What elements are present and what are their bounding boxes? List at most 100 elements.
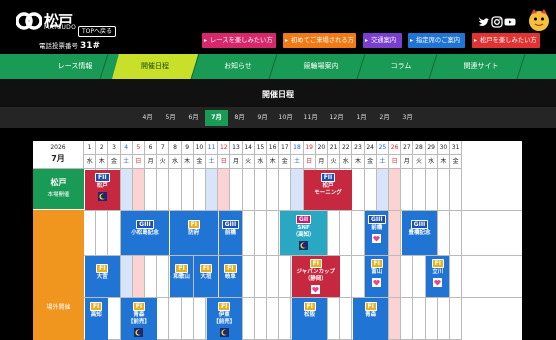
- month-tab[interactable]: 8月: [228, 110, 251, 126]
- access-button[interactable]: 交通案内: [363, 33, 402, 48]
- day-weekday: 月: [315, 155, 328, 169]
- day-number: 10: [193, 141, 206, 155]
- day-weekday: 月: [230, 155, 243, 169]
- grade-badge: FI: [218, 301, 231, 311]
- day-weekday: 土: [376, 155, 389, 169]
- day-weekday: 木: [181, 155, 194, 169]
- phone-vote: 電話投票番号 31#: [39, 40, 100, 51]
- top-back-link[interactable]: TOPへ戻る: [78, 26, 117, 37]
- logo-subtext: MATSUDO: [44, 24, 77, 31]
- grade-wrap: FI: [292, 258, 340, 268]
- day-number: 17: [279, 141, 292, 155]
- race-event[interactable]: FI 高知: [84, 297, 108, 340]
- event-name: 富山: [371, 268, 383, 275]
- race-event[interactable]: FI 大宮: [84, 255, 121, 297]
- event-name: 松戸: [96, 182, 108, 189]
- day-weekday: 水: [169, 155, 182, 169]
- race-event[interactable]: GIII 小松島記念: [121, 210, 169, 255]
- grade-badge: FI: [224, 263, 237, 273]
- day-number: 18: [291, 141, 304, 155]
- grade-wrap: GII: [280, 214, 328, 224]
- race-event[interactable]: FI 伊東 【前売】: [206, 297, 243, 340]
- day-weekday: 火: [413, 155, 426, 169]
- day-number: 23: [352, 141, 365, 155]
- month-tab[interactable]: 10月: [274, 110, 297, 126]
- month-tab[interactable]: 9月: [251, 110, 274, 126]
- day-number: 13: [230, 141, 243, 155]
- grade-badge: GIII: [136, 219, 154, 229]
- schedule-calendar: 2026 7月 1 水 2 木 3 金 4 土 5 日 6 月 7 火 8 水 9 木 10 金 11 土 12 日 13 月 14…: [33, 141, 522, 340]
- day-weekday: 金: [450, 155, 463, 169]
- enjoy-race-button[interactable]: レースを楽しみたい方: [202, 33, 276, 48]
- girls-icon: [311, 284, 321, 294]
- grade-wrap: GIII: [121, 219, 169, 229]
- phone-label: 電話投票番号: [39, 42, 78, 50]
- race-event[interactable]: FI 松阪: [291, 297, 328, 340]
- grade-wrap: FI: [170, 219, 218, 229]
- race-event[interactable]: FI 立川: [426, 255, 450, 297]
- month-tab[interactable]: 2月: [373, 110, 396, 126]
- grade-badge: FI: [364, 301, 377, 311]
- day-number: 8: [169, 141, 182, 155]
- girls-icon: [372, 233, 382, 243]
- night-icon: [219, 327, 229, 337]
- race-event[interactable]: FI 防府: [169, 210, 218, 255]
- calendar-year-month: 2026 7月: [33, 141, 84, 169]
- month-tab[interactable]: 1月: [350, 110, 373, 126]
- race-event[interactable]: FI 富山: [365, 255, 389, 297]
- race-event[interactable]: FI 青森: [352, 297, 389, 340]
- race-event[interactable]: FI ジャパンカップ （静岡）: [291, 255, 340, 297]
- day-number: 27: [401, 141, 414, 155]
- month-tab[interactable]: 3月: [396, 110, 419, 126]
- day-number: 11: [206, 141, 219, 155]
- grade-wrap: FI: [85, 301, 108, 311]
- day-number: 25: [376, 141, 389, 155]
- race-event[interactable]: FI 岐阜: [218, 255, 243, 297]
- grade-badge: FI: [309, 258, 322, 268]
- month-tab[interactable]: 11月: [299, 110, 322, 126]
- event-name: 和歌山: [173, 273, 190, 280]
- enjoy-matsudo-button[interactable]: 松戸を楽しみたい方: [472, 33, 540, 48]
- calendar-year: 2026: [50, 144, 66, 151]
- first-visit-button[interactable]: 初めてご来場される方: [283, 33, 356, 48]
- race-event[interactable]: FI 和歌山: [169, 255, 194, 297]
- day-weekday: 水: [340, 155, 353, 169]
- race-event[interactable]: GII SNF （高知）: [279, 210, 328, 255]
- day-weekday: 火: [242, 155, 255, 169]
- month-tab[interactable]: 5月: [159, 110, 182, 126]
- other-race-label: 場外開催: [33, 210, 84, 340]
- day-number: 1: [84, 141, 97, 155]
- day-weekday: 日: [303, 155, 316, 169]
- day-number: 22: [340, 141, 353, 155]
- race-event[interactable]: FI 青森 【前売】: [121, 297, 157, 340]
- phone-number: 31#: [80, 41, 101, 51]
- grade-badge: FI: [187, 219, 200, 229]
- night-icon: [97, 191, 107, 201]
- instagram-icon[interactable]: [491, 16, 503, 28]
- reserved-seat-button[interactable]: 指定席のご案内: [408, 33, 465, 48]
- race-event[interactable]: FII 松戸: [84, 169, 121, 210]
- month-tab-active[interactable]: 7月: [205, 110, 228, 126]
- day-number: 20: [315, 141, 328, 155]
- day-weekday: 金: [364, 155, 377, 169]
- youtube-icon[interactable]: [504, 16, 516, 28]
- month-tab[interactable]: 6月: [182, 110, 205, 126]
- day-weekday: 木: [437, 155, 450, 169]
- month-tab[interactable]: 12月: [325, 110, 348, 126]
- grade-wrap: FI: [85, 263, 121, 273]
- day-weekday: 水: [425, 155, 438, 169]
- site-logo[interactable]: 松戸 MATSUDO: [16, 10, 76, 32]
- grade-badge: GIII: [410, 219, 429, 229]
- event-name: 前橋: [224, 229, 236, 236]
- event-name: 岐阜: [224, 273, 236, 280]
- race-event[interactable]: GIII 前橋: [218, 210, 243, 255]
- race-event[interactable]: GIII 豊橋記念: [401, 210, 438, 255]
- day-number: 9: [181, 141, 194, 155]
- race-event[interactable]: GIII 前橋: [365, 210, 389, 255]
- event-name: 立川: [432, 268, 444, 275]
- race-event[interactable]: FI 大垣: [194, 255, 218, 297]
- race-event[interactable]: FII 松戸 モーニング: [304, 169, 352, 210]
- twitter-icon[interactable]: [478, 16, 490, 28]
- global-nav: レース情報 開催日程 お知らせ 競輪場案内 コラム 関連サイト: [0, 54, 556, 79]
- month-tab[interactable]: 4月: [136, 110, 159, 126]
